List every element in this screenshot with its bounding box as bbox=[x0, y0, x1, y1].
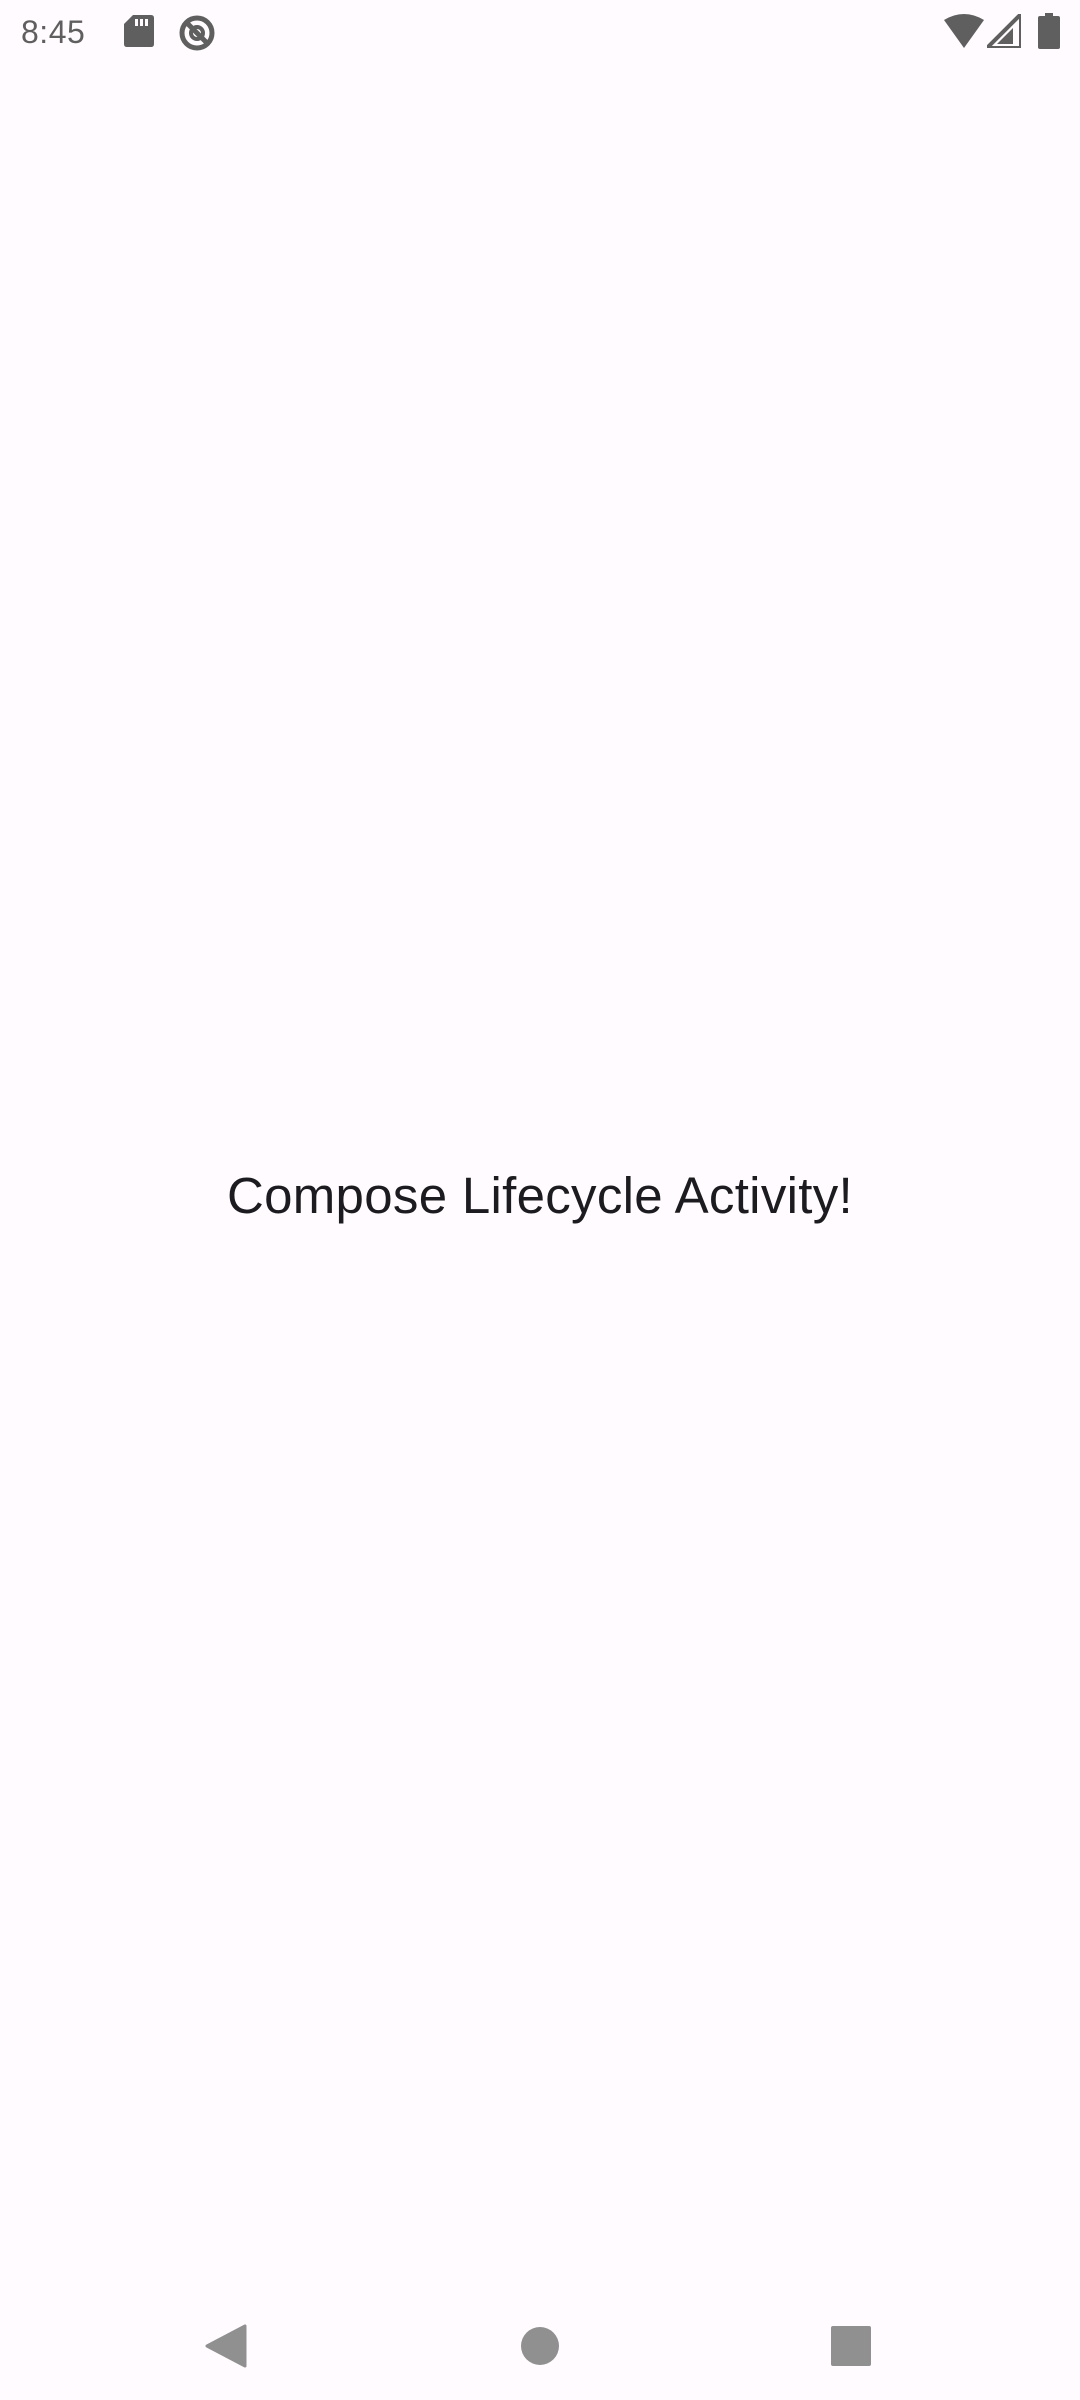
do-not-disturb-icon bbox=[179, 15, 215, 51]
sd-card-icon bbox=[124, 15, 154, 47]
back-button[interactable] bbox=[186, 2306, 266, 2386]
recents-icon bbox=[831, 2326, 871, 2366]
wifi-icon bbox=[944, 14, 984, 48]
cell-signal-icon bbox=[987, 14, 1021, 48]
status-time: 8:45 bbox=[21, 14, 86, 50]
recents-button[interactable] bbox=[811, 2306, 891, 2386]
lifecycle-message: Compose Lifecycle Activity! bbox=[226, 1167, 853, 1224]
status-bar: 8:45 bbox=[0, 0, 1080, 64]
battery-icon bbox=[1038, 13, 1060, 49]
back-icon bbox=[205, 2324, 247, 2368]
home-button[interactable] bbox=[500, 2306, 580, 2386]
navigation-bar bbox=[0, 2276, 1080, 2400]
main-content: Compose Lifecycle Activity! bbox=[0, 64, 1080, 2276]
home-icon bbox=[521, 2327, 559, 2365]
